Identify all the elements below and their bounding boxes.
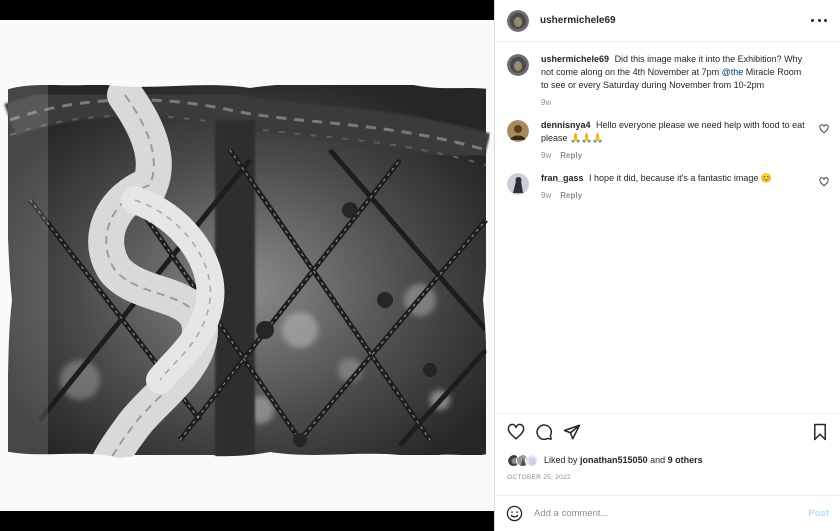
- comment-avatar[interactable]: [507, 173, 529, 195]
- commenter-avatar-icon: [507, 120, 529, 142]
- caption-mention[interactable]: @the: [722, 67, 744, 77]
- post-actions: [495, 413, 840, 450]
- author-avatar-icon: [507, 54, 529, 76]
- comment-username[interactable]: fran_gass: [541, 173, 584, 183]
- post-date[interactable]: OCTOBER 25, 2022: [507, 474, 571, 481]
- comment-message: I hope it did, because it's a fantastic …: [589, 173, 773, 183]
- liker-avatar[interactable]: [525, 453, 538, 467]
- comment-time[interactable]: 9w: [541, 191, 551, 200]
- comment-meta: 9w Reply: [541, 151, 811, 160]
- caption-text: ushermichele69 Did this image make it in…: [541, 53, 811, 92]
- comment-text: fran_gass I hope it did, because it's a …: [541, 172, 811, 185]
- post-side-panel: ushermichele69 ushermichele69 Did this i…: [494, 0, 840, 531]
- caption-meta: 9w: [541, 98, 811, 107]
- comment-time[interactable]: 9w: [541, 151, 551, 160]
- comment-body: dennisnya4 Hello everyone please we need…: [541, 119, 811, 160]
- author-avatar[interactable]: [507, 9, 529, 32]
- comment-avatar[interactable]: [507, 120, 529, 142]
- caption: ushermichele69 Did this image make it in…: [495, 53, 840, 107]
- caption-username[interactable]: ushermichele69: [541, 54, 609, 64]
- comments-list[interactable]: ushermichele69 Did this image make it in…: [495, 42, 840, 413]
- likes-prefix: Liked by: [544, 455, 578, 465]
- commenter-avatar-icon: [507, 173, 529, 195]
- emoji-smile-icon[interactable]: [506, 505, 523, 522]
- likes-joiner: and: [650, 455, 666, 465]
- add-comment-bar: Post: [495, 495, 840, 531]
- post-photo[interactable]: [0, 0, 494, 531]
- rope-net-photo: [0, 0, 494, 531]
- caption-avatar[interactable]: [507, 54, 529, 76]
- share-paper-plane-icon[interactable]: [563, 423, 581, 441]
- comment-bubble-icon[interactable]: [535, 423, 553, 441]
- like-heart-icon[interactable]: [507, 423, 525, 441]
- author-username[interactable]: ushermichele69: [540, 15, 616, 26]
- more-options-icon[interactable]: [811, 16, 827, 26]
- comment-username[interactable]: dennisnya4: [541, 120, 591, 130]
- comment-item: dennisnya4 Hello everyone please we need…: [495, 119, 840, 160]
- post-header: ushermichele69: [495, 0, 840, 42]
- like-comment-heart-icon[interactable]: [819, 177, 829, 187]
- author-avatar-icon: [507, 9, 529, 32]
- comment-text: dennisnya4 Hello everyone please we need…: [541, 119, 811, 145]
- liker-username[interactable]: jonathan515050: [580, 455, 648, 465]
- likes-text: Liked by jonathan515050 and 9 others: [544, 455, 703, 465]
- reply-button[interactable]: Reply: [560, 191, 582, 200]
- likes-summary: Liked by jonathan515050 and 9 others: [507, 452, 703, 468]
- post-comment-button[interactable]: Post: [808, 508, 829, 519]
- comment-item: fran_gass I hope it did, because it's a …: [495, 172, 840, 200]
- comment-body: fran_gass I hope it did, because it's a …: [541, 172, 811, 200]
- comment-meta: 9w Reply: [541, 191, 811, 200]
- likes-others[interactable]: 9 others: [668, 455, 703, 465]
- save-bookmark-icon[interactable]: [811, 423, 829, 441]
- reply-button[interactable]: Reply: [560, 151, 582, 160]
- caption-time[interactable]: 9w: [541, 98, 551, 107]
- add-comment-input[interactable]: [534, 508, 809, 519]
- caption-body: ushermichele69 Did this image make it in…: [541, 53, 811, 107]
- post-modal: ushermichele69 ushermichele69 Did this i…: [0, 0, 840, 531]
- like-comment-heart-icon[interactable]: [819, 124, 829, 134]
